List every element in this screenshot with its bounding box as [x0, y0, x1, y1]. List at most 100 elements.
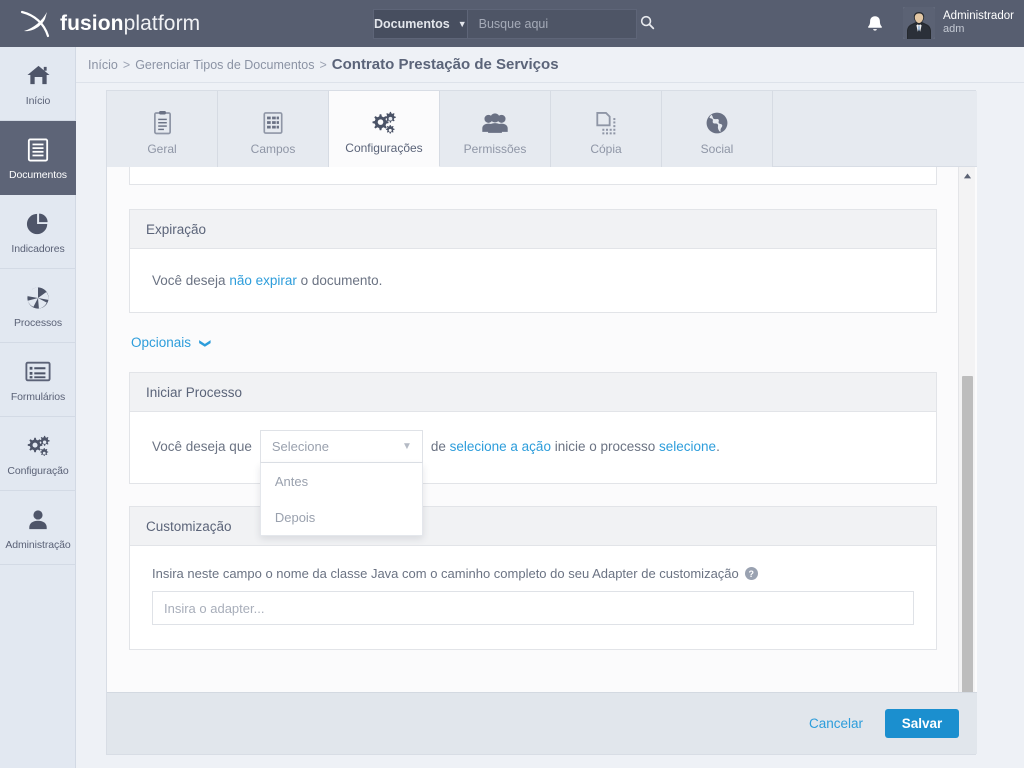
panel-body-expiracao: Você deseja não expirar o documento.: [130, 249, 936, 312]
link-selecione-acao[interactable]: selecione a ação: [450, 439, 551, 454]
tab-label: Social: [700, 141, 734, 156]
tab-bar: Geral Campos Configurações Permissões Có…: [107, 91, 977, 167]
sidebar-item-processos[interactable]: Processos: [0, 269, 76, 343]
suffix-middle: inicie o processo: [550, 439, 660, 454]
panel-expiracao: Expiração Você deseja não expirar o docu…: [129, 209, 937, 313]
sidebar-item-administracao[interactable]: Administração: [0, 491, 76, 565]
fields-grid-icon: [262, 103, 284, 135]
panel-title-customizacao: Customização: [130, 507, 936, 546]
suffix-end: .: [716, 439, 720, 454]
iniciar-processo-suffix: de selecione a ação inicie o processo se…: [431, 439, 720, 454]
breadcrumb: Início > Gerenciar Tipos de Documentos >…: [76, 47, 1024, 83]
expiracao-sentence-before: Você deseja: [152, 273, 230, 288]
acao-select-wrapper: Selecione ▼ Antes Depois: [259, 430, 423, 536]
expiracao-link[interactable]: não expirar: [229, 273, 297, 288]
adapter-field-label-text: Insira neste campo o nome da classe Java…: [152, 566, 739, 581]
breadcrumb-item-inicio[interactable]: Início: [88, 58, 118, 72]
tab-label: Geral: [147, 141, 177, 156]
tab-configuracoes[interactable]: Configurações: [329, 91, 440, 167]
link-selecione-processo[interactable]: selecione: [659, 439, 716, 454]
chevron-down-icon: ▼: [401, 441, 412, 452]
gears-icon: [371, 102, 398, 134]
person-icon: [27, 505, 49, 535]
global-search: Documentos ▼: [373, 9, 654, 39]
save-button[interactable]: Salvar: [885, 709, 959, 738]
breadcrumb-separator: >: [122, 57, 131, 72]
user-name: Administrador: [943, 9, 1014, 22]
search-scope-dropdown[interactable]: Documentos ▼: [374, 10, 468, 38]
sidebar-item-configuracao[interactable]: Configuração: [0, 417, 76, 491]
brand-name-light: platform: [123, 11, 201, 35]
user-login: adm: [943, 23, 965, 36]
sidebar-label: Configuração: [7, 464, 69, 477]
scrollbar-thumb[interactable]: [962, 376, 973, 706]
panel-customizacao: Customização Insira neste campo o nome d…: [129, 506, 937, 650]
adapter-field-label: Insira neste campo o nome da classe Java…: [152, 566, 914, 581]
acao-select-options: Antes Depois: [259, 463, 423, 536]
form-list-icon: [25, 357, 51, 387]
tab-label: Campos: [250, 141, 296, 156]
avatar: [903, 7, 935, 39]
help-circle-icon[interactable]: ?: [744, 567, 758, 580]
tab-bar-filler: [773, 91, 977, 166]
aperture-icon: [26, 283, 50, 313]
acao-select-value: Selecione: [271, 439, 329, 454]
tab-social[interactable]: Social: [662, 91, 773, 167]
sidebar-item-indicadores[interactable]: Indicadores: [0, 195, 76, 269]
sidebar-label: Início: [25, 94, 51, 107]
panel-title-expiracao: Expiração: [130, 210, 936, 249]
sidebar-item-documentos[interactable]: Documentos: [0, 121, 76, 195]
iniciar-processo-prefix: Você deseja que: [152, 439, 252, 454]
people-icon: [481, 103, 509, 135]
tab-campos[interactable]: Campos: [218, 91, 329, 167]
notifications-bell-icon[interactable]: [864, 13, 886, 35]
brand-logo[interactable]: fusionplatform: [18, 9, 200, 39]
sidebar-label: Formulários: [10, 390, 66, 403]
chevron-down-icon: ❯: [198, 338, 211, 349]
acao-option-depois[interactable]: Depois: [261, 499, 422, 535]
user-menu[interactable]: Administrador adm: [903, 7, 1014, 39]
home-icon: [26, 61, 51, 91]
tab-geral[interactable]: Geral: [107, 91, 218, 167]
pie-chart-icon: [26, 209, 50, 239]
user-identity: Administrador adm: [943, 9, 1014, 37]
panel-iniciar-processo: Iniciar Processo Você deseja que Selecio…: [129, 372, 937, 536]
search-icon: [640, 15, 655, 33]
sidebar-item-inicio[interactable]: Início: [0, 47, 76, 121]
sidebar-label: Indicadores: [11, 242, 65, 255]
fusion-x-logo-icon: [18, 9, 52, 39]
clipboard-icon: [152, 103, 173, 135]
content-scrollbar[interactable]: [958, 167, 975, 718]
tab-label: Permissões: [463, 141, 527, 156]
chevron-down-icon: ▼: [457, 19, 467, 29]
settings-content: Expiração Você deseja não expirar o docu…: [107, 167, 959, 672]
top-bar: fusionplatform Documentos ▼ Busque aqui …: [0, 0, 1024, 47]
search-button[interactable]: [640, 10, 655, 38]
tab-label: Configurações: [345, 141, 423, 155]
cancel-button[interactable]: Cancelar: [809, 716, 863, 731]
opcionais-toggle[interactable]: Opcionais ❯: [131, 335, 937, 350]
acao-option-antes[interactable]: Antes: [261, 463, 422, 499]
opcionais-label: Opcionais: [131, 335, 192, 350]
content-card: Geral Campos Configurações Permissões Có…: [106, 90, 977, 755]
search-scope-label: Documentos: [374, 17, 450, 31]
document-icon: [27, 135, 49, 165]
brand-name-bold: fusion: [60, 11, 124, 35]
sidebar: Início Documentos Indicadores Processos …: [0, 47, 76, 768]
copy-icon: [595, 103, 617, 135]
sidebar-label: Processos: [13, 316, 63, 329]
adapter-input[interactable]: [152, 591, 914, 625]
card-footer: Cancelar Salvar: [107, 692, 977, 754]
search-input[interactable]: [467, 10, 640, 38]
breadcrumb-item-gerenciar-tipos[interactable]: Gerenciar Tipos de Documentos: [135, 58, 314, 72]
acao-select[interactable]: Selecione ▼: [259, 430, 423, 463]
tab-copia[interactable]: Cópia: [551, 91, 662, 167]
scrollbar-up-button[interactable]: [959, 167, 976, 184]
settings-scroll-region: Expiração Você deseja não expirar o docu…: [107, 167, 977, 718]
sidebar-item-formularios[interactable]: Formulários: [0, 343, 76, 417]
previous-panel-clipped: [129, 167, 937, 185]
breadcrumb-separator: >: [319, 57, 327, 72]
brand-text: fusionplatform: [60, 12, 200, 36]
page-title: Contrato Prestação de Serviços: [331, 56, 559, 73]
tab-permissoes[interactable]: Permissões: [440, 91, 551, 167]
